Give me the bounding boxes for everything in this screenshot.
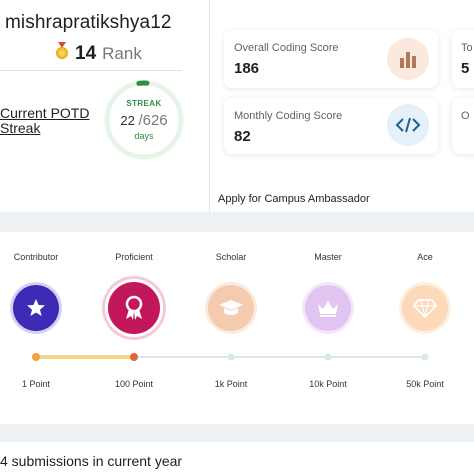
- badge-points: 1 Point: [21, 379, 51, 389]
- crown-icon: [305, 285, 351, 331]
- monthly-score-value: 82: [234, 128, 251, 145]
- overall-score-value: 186: [234, 60, 260, 77]
- badge-points: 1k Point: [214, 379, 248, 389]
- star-badge-icon: [13, 285, 59, 331]
- streak-total: 626: [142, 112, 168, 129]
- badge-name: Ace: [417, 252, 433, 262]
- partial-stat-value-top: 5: [461, 60, 470, 77]
- overall-coding-score-card: Overall Coding Score 186: [224, 30, 438, 88]
- badge-scholar[interactable]: Scholar 1k Point: [191, 232, 271, 402]
- streak-value: 22 /626: [120, 112, 167, 129]
- badge-name: Master: [314, 252, 342, 262]
- monthly-coding-score-card: Monthly Coding Score 82: [224, 98, 438, 154]
- bar-chart-icon: [387, 38, 429, 80]
- badge-name: Scholar: [215, 252, 247, 262]
- divider: [0, 70, 182, 71]
- ribbon-badge-icon: [105, 279, 163, 337]
- apply-campus-ambassador-link[interactable]: Apply for Campus Ambassador: [218, 193, 370, 205]
- streak-counter: STREAK 22 /626 days: [103, 79, 185, 161]
- badge-master[interactable]: Master 10k Point: [288, 232, 368, 402]
- username: mishrapratikshya12: [5, 12, 172, 33]
- code-icon: [387, 104, 429, 146]
- badge-ace[interactable]: Ace 50k Point: [385, 232, 465, 402]
- badges-panel: Contributor 1 Point Proficient 100 Point Sch…: [0, 232, 474, 424]
- submissions-heading: 4 submissions in current year: [0, 453, 183, 469]
- rank-number: 14: [75, 42, 97, 64]
- potd-streak-link[interactable]: Current POTD Streak: [0, 106, 95, 136]
- streak-current: 22: [120, 113, 135, 128]
- graduation-cap-icon: [208, 285, 254, 331]
- rank-row: 14 Rank: [55, 42, 142, 65]
- streak-label: STREAK: [126, 99, 162, 108]
- badge-contributor[interactable]: Contributor 1 Point: [0, 232, 76, 402]
- diamond-icon: [402, 285, 448, 331]
- partial-stat-card-bottom: O: [452, 98, 474, 154]
- rank-label: Rank: [102, 43, 142, 63]
- partial-stat-title-top: To: [461, 42, 473, 54]
- streak-unit: days: [134, 131, 154, 141]
- partial-stat-title-bottom: O: [461, 110, 470, 122]
- badge-name: Contributor: [13, 252, 59, 262]
- monthly-score-title: Monthly Coding Score: [234, 110, 343, 122]
- overall-score-title: Overall Coding Score: [234, 42, 339, 54]
- rank-medal-icon: [55, 42, 69, 65]
- badge-points: 10k Point: [309, 379, 347, 389]
- partial-stat-card-top: To 5: [452, 30, 474, 88]
- profile-card: mishrapratikshya12 14 Rank Current POTD …: [0, 0, 209, 212]
- badge-points: 100 Point: [114, 379, 154, 389]
- badge-name: Proficient: [115, 252, 153, 262]
- badge-proficient[interactable]: Proficient 100 Point: [94, 232, 174, 402]
- badge-points: 50k Point: [406, 379, 444, 389]
